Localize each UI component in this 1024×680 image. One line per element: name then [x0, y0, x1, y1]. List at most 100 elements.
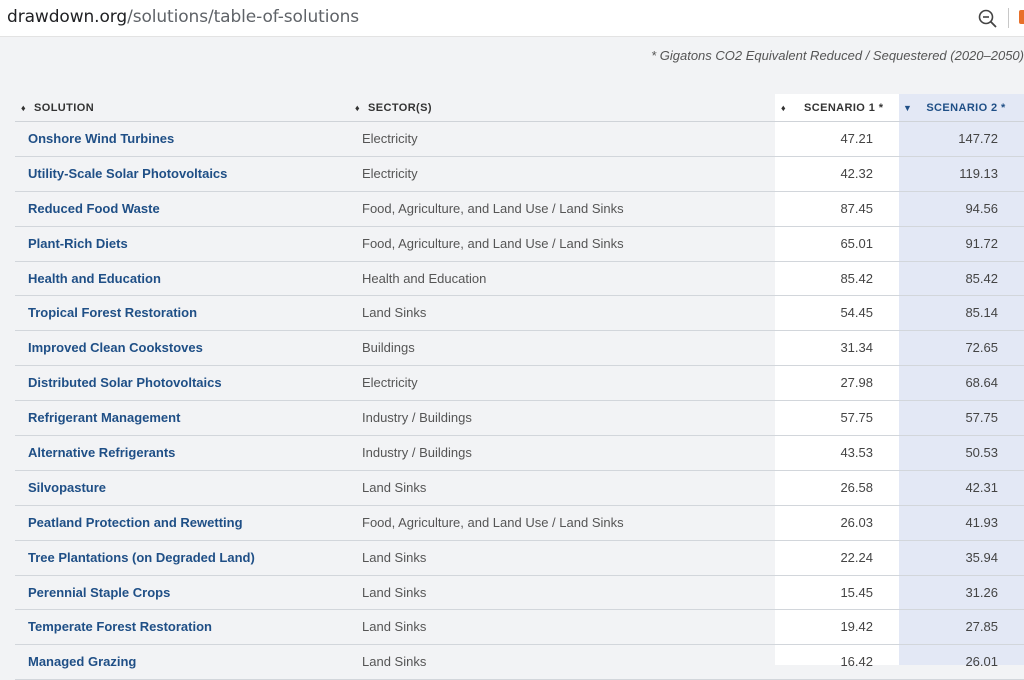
url-path[interactable]: /solutions/table-of-solutions: [127, 7, 359, 27]
scenario1-value: 26.03: [840, 514, 873, 530]
sector-cell: Land Sinks: [362, 584, 427, 600]
table-row: Temperate Forest Restoration Land Sinks …: [15, 610, 1024, 646]
solution-link[interactable]: Tree Plantations (on Degraded Land): [28, 541, 255, 576]
sector-cell: Industry / Buildings: [362, 410, 472, 426]
table-row: Improved Clean Cookstoves Buildings 31.3…: [15, 331, 1024, 367]
solution-link[interactable]: Refrigerant Management: [28, 401, 180, 436]
scenario1-value: 31.34: [840, 340, 873, 356]
sector-cell: Land Sinks: [362, 305, 427, 321]
table-row: Distributed Solar Photovoltaics Electric…: [15, 366, 1024, 402]
solution-link[interactable]: Temperate Forest Restoration: [28, 610, 212, 645]
sector-cell: Land Sinks: [362, 479, 427, 495]
scenario2-value: 41.93: [965, 514, 998, 530]
scenario2-value: 50.53: [965, 445, 998, 461]
scenario1-value: 19.42: [840, 619, 873, 635]
extension-icon[interactable]: [1019, 10, 1024, 24]
solution-link[interactable]: Onshore Wind Turbines: [28, 122, 174, 157]
column-header-scenario1[interactable]: ♦ SCENARIO 1 *: [781, 94, 895, 122]
toolbar-divider: [1008, 8, 1009, 28]
table-body: Onshore Wind Turbines Electricity 47.21 …: [15, 122, 1024, 680]
column-label-scenario2: SCENARIO 2 *: [926, 102, 1006, 114]
table-row: Reduced Food Waste Food, Agriculture, an…: [15, 192, 1024, 227]
scenario2-value: 57.75: [965, 410, 998, 426]
scenario1-value: 42.32: [840, 165, 873, 181]
sort-both-icon: ♦: [21, 102, 26, 113]
sort-descending-icon: ▼: [903, 102, 913, 113]
column-header-solution[interactable]: ♦ SOLUTION: [21, 94, 94, 122]
table-row: Onshore Wind Turbines Electricity 47.21 …: [15, 122, 1024, 157]
table-row: Peatland Protection and Rewetting Food, …: [15, 506, 1024, 541]
sector-cell: Electricity: [362, 375, 418, 391]
sector-cell: Health and Education: [362, 270, 487, 286]
solution-link[interactable]: Tropical Forest Restoration: [28, 296, 197, 331]
solution-link[interactable]: Managed Grazing: [28, 645, 136, 680]
sector-cell: Land Sinks: [362, 549, 427, 565]
table-row: Silvopasture Land Sinks 26.58 42.31: [15, 471, 1024, 506]
column-label-sector: SECTOR(S): [368, 102, 432, 114]
scenario2-value: 94.56: [965, 200, 998, 216]
table-row: Health and Education Health and Educatio…: [15, 262, 1024, 297]
sort-both-icon: ♦: [781, 102, 786, 113]
solution-link[interactable]: Perennial Staple Crops: [28, 576, 170, 611]
sector-cell: Land Sinks: [362, 654, 427, 670]
scenario1-value: 22.24: [840, 549, 873, 565]
table-row: Alternative Refrigerants Industry / Buil…: [15, 436, 1024, 471]
solution-link[interactable]: Health and Education: [28, 262, 161, 297]
sector-cell: Food, Agriculture, and Land Use / Land S…: [362, 235, 624, 251]
sector-cell: Buildings: [362, 340, 415, 356]
table-row: Tropical Forest Restoration Land Sinks 5…: [15, 296, 1024, 332]
url-domain[interactable]: drawdown.org: [7, 7, 127, 27]
solution-link[interactable]: Peatland Protection and Rewetting: [28, 506, 243, 541]
scenario2-value: 91.72: [965, 235, 998, 251]
sector-cell: Food, Agriculture, and Land Use / Land S…: [362, 200, 624, 216]
table-row: Refrigerant Management Industry / Buildi…: [15, 401, 1024, 437]
table-row: Perennial Staple Crops Land Sinks 15.45 …: [15, 576, 1024, 611]
scenario2-value: 27.85: [965, 619, 998, 635]
table-row: Plant-Rich Diets Food, Agriculture, and …: [15, 227, 1024, 262]
scenario1-value: 26.58: [840, 479, 873, 495]
scenario1-value: 16.42: [840, 654, 873, 670]
solution-link[interactable]: Silvopasture: [28, 471, 106, 506]
column-label-solution: SOLUTION: [34, 102, 95, 114]
table-header: ♦ SOLUTION ♦ SECTOR(S) ♦ SCENARIO 1 * ▼ …: [15, 94, 1024, 122]
sector-cell: Industry / Buildings: [362, 445, 472, 461]
scenario2-value: 35.94: [965, 549, 998, 565]
browser-address-bar[interactable]: drawdown.org/solutions/table-of-solution…: [0, 0, 1024, 37]
scenario1-value: 65.01: [840, 235, 873, 251]
scenario1-value: 27.98: [840, 375, 873, 391]
scenario2-value: 31.26: [965, 584, 998, 600]
table-row: Utility-Scale Solar Photovoltaics Electr…: [15, 157, 1024, 192]
table-footnote: * Gigatons CO2 Equivalent Reduced / Sequ…: [651, 48, 1024, 63]
solution-link[interactable]: Distributed Solar Photovoltaics: [28, 366, 222, 401]
table-row: Tree Plantations (on Degraded Land) Land…: [15, 541, 1024, 576]
scenario1-value: 47.21: [840, 131, 873, 146]
scenario1-value: 43.53: [840, 445, 873, 461]
scenario2-value: 119.13: [959, 165, 998, 181]
scenario2-value: 26.01: [965, 654, 998, 670]
url-text[interactable]: drawdown.org/solutions/table-of-solution…: [7, 7, 359, 27]
solution-link[interactable]: Plant-Rich Diets: [28, 227, 128, 262]
scenario1-value: 87.45: [840, 200, 873, 216]
scenario2-value: 147.72: [958, 131, 998, 146]
sector-cell: Land Sinks: [362, 619, 427, 635]
scenario1-value: 54.45: [840, 305, 873, 321]
column-header-scenario2[interactable]: ▼ SCENARIO 2 *: [903, 94, 1021, 122]
sector-cell: Electricity: [362, 165, 418, 181]
zoom-out-icon[interactable]: [977, 8, 999, 30]
solution-link[interactable]: Improved Clean Cookstoves: [28, 331, 203, 366]
column-header-sector[interactable]: ♦ SECTOR(S): [355, 94, 432, 122]
sort-both-icon: ♦: [355, 102, 360, 113]
solution-link[interactable]: Reduced Food Waste: [28, 192, 160, 227]
scenario2-value: 85.42: [965, 270, 998, 286]
scenario1-value: 85.42: [840, 270, 873, 286]
solution-link[interactable]: Utility-Scale Solar Photovoltaics: [28, 157, 227, 192]
scenario2-value: 68.64: [965, 375, 998, 391]
table-row: Managed Grazing Land Sinks 16.42 26.01: [15, 645, 1024, 680]
sector-cell: Electricity: [362, 131, 418, 146]
solution-link[interactable]: Alternative Refrigerants: [28, 436, 175, 471]
column-label-scenario1: SCENARIO 1 *: [804, 102, 884, 114]
sector-cell: Food, Agriculture, and Land Use / Land S…: [362, 514, 624, 530]
scenario2-value: 85.14: [965, 305, 998, 321]
scenario1-value: 57.75: [840, 410, 873, 426]
scenario1-value: 15.45: [840, 584, 873, 600]
